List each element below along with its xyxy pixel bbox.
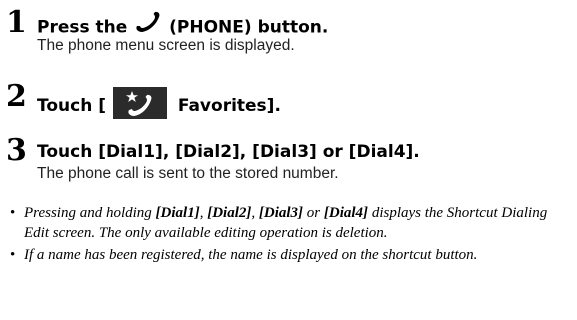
step-title: Touch [Dial1], [Dial2], [Dial3] or [Dial…	[37, 142, 420, 162]
note-text: or	[303, 205, 324, 221]
note-item: • If a name has been registered, the name…	[10, 245, 570, 265]
note-text: If a name has been registered, the name …	[24, 247, 478, 263]
dial4-label: [Dial4]	[323, 205, 369, 221]
step-title-text: Touch [	[37, 96, 106, 116]
step-title: Touch [ Favorites].	[37, 87, 281, 122]
dial1-label: [Dial1]	[155, 205, 200, 221]
step-title-text-after: Favorites].	[177, 96, 281, 116]
bullet: •	[10, 205, 16, 221]
step-description: The phone call is sent to the stored num…	[37, 165, 339, 182]
notes-list: • Pressing and holding [Dial1], [Dial2], …	[10, 203, 570, 267]
dial2-label: [Dial2]	[207, 205, 252, 221]
note-item: • Pressing and holding [Dial1], [Dial2], …	[10, 203, 570, 243]
step-description: The phone menu screen is displayed.	[37, 37, 295, 54]
step-title-text-after: (PHONE) button.	[169, 17, 329, 38]
favorites-phone-star-icon	[112, 87, 167, 119]
note-text: ,	[251, 205, 259, 221]
step-title-text: Press the	[37, 17, 128, 38]
step-number: 3	[6, 133, 27, 168]
note-text: Pressing and holding	[24, 205, 156, 221]
dial3-label: [Dial3]	[258, 205, 304, 221]
step-number: 2	[6, 79, 27, 114]
step-number: 1	[6, 5, 27, 40]
bullet: •	[10, 247, 16, 263]
